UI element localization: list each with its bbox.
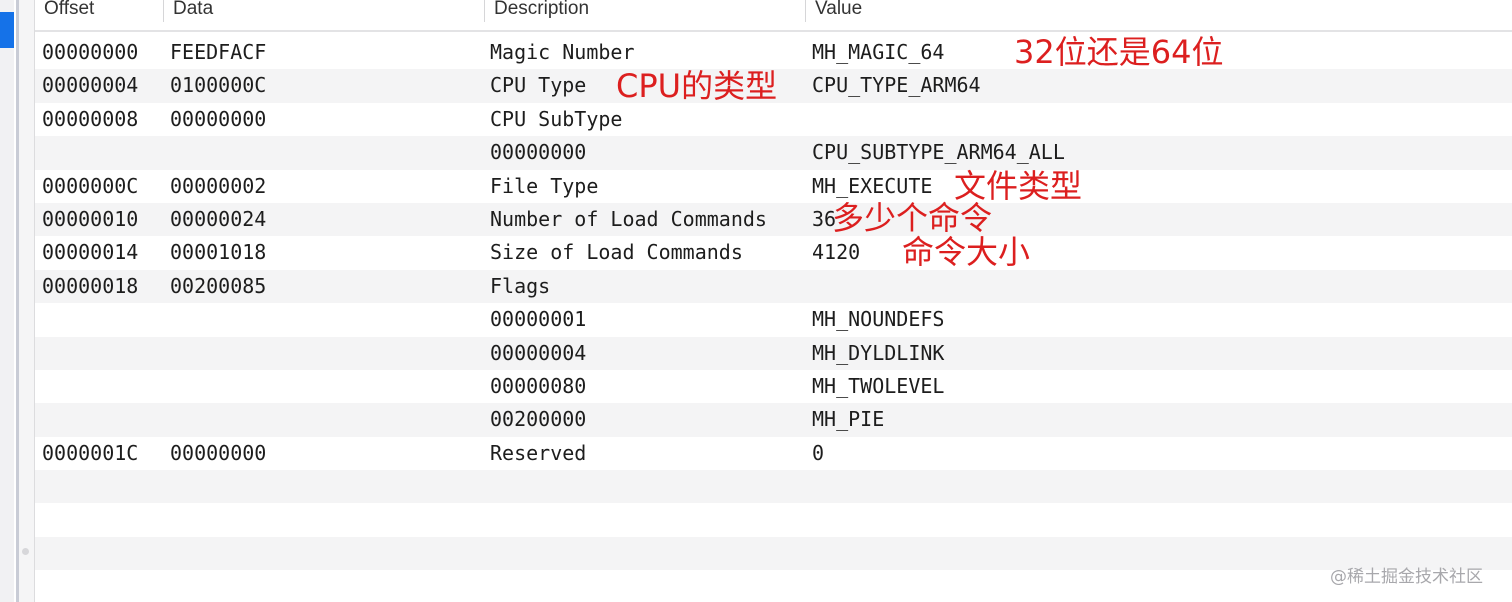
value-cell: CPU_TYPE_ARM64 <box>812 73 981 98</box>
data-cell: 00001018 <box>170 240 267 265</box>
value-cell: 0 <box>812 440 825 465</box>
description-cell: 00000080 <box>490 373 587 398</box>
column-header-value[interactable]: Value <box>805 0 862 22</box>
table-row[interactable]: 00000080 MH_TWOLEVEL <box>35 369 1512 404</box>
data-cell: 00000002 <box>170 173 267 198</box>
table-row[interactable]: 00000004 MH_DYLDLINK <box>35 336 1512 370</box>
value-cell: MH_DYLDLINK <box>812 340 945 365</box>
offset-cell: 0000001C <box>42 440 139 465</box>
table-row[interactable]: 00000010 00000024 Number of Load Commands 3… <box>35 202 1512 237</box>
table-row[interactable] <box>35 503 1512 537</box>
value-cell: 4120 <box>812 240 861 265</box>
value-cell: MH_MAGIC_64 <box>812 40 945 64</box>
column-header-description[interactable]: Description <box>484 0 589 22</box>
value-cell: MH_NOUNDEFS <box>812 307 945 332</box>
table-row[interactable]: 00000001 MH_NOUNDEFS <box>35 303 1512 337</box>
value-cell: MH_TWOLEVEL <box>812 373 945 398</box>
table-row[interactable] <box>35 536 1512 571</box>
annotation-cpu-type: CPU的类型 <box>616 67 778 105</box>
mach-header-viewer: Offset Data Description Value 00000000 FE… <box>0 0 1512 602</box>
offset-cell: 00000000 <box>42 40 139 64</box>
data-cell: 00200085 <box>170 273 267 298</box>
selected-item-indicator[interactable] <box>0 12 14 48</box>
offset-cell: 00000004 <box>42 73 139 98</box>
description-cell: 00000004 <box>490 340 587 365</box>
data-cell: 00000000 <box>170 440 267 465</box>
data-cell: 00000000 <box>170 106 267 131</box>
data-cell: 00000024 <box>170 206 267 231</box>
description-cell: Magic Number <box>490 40 635 64</box>
table-row[interactable]: 00200000 MH_PIE <box>35 403 1512 437</box>
column-header-data[interactable]: Data <box>163 0 213 22</box>
table-header: Offset Data Description Value <box>35 0 1512 32</box>
value-cell: MH_EXECUTE <box>812 173 933 198</box>
row-gutter <box>19 0 35 602</box>
table-row[interactable]: 00000014 00001018 Size of Load Commands 412… <box>35 236 1512 270</box>
description-cell: 00000001 <box>490 307 587 332</box>
table-row[interactable]: 00000000 FEEDFACF Magic Number MH_MAGIC_64 <box>35 36 1512 70</box>
offset-cell: 0000000C <box>42 173 139 198</box>
annotation-command-size: 命令大小 <box>902 233 1031 271</box>
table-row[interactable] <box>35 470 1512 504</box>
annotation-command-count: 多少个命令 <box>832 199 993 237</box>
offset-cell: 00000010 <box>42 206 139 231</box>
annotation-bits: 32位还是64位 <box>1014 33 1224 71</box>
offset-cell: 00000018 <box>42 273 139 298</box>
description-cell: 00200000 <box>490 407 587 432</box>
description-cell: CPU Type <box>490 73 587 98</box>
gutter-handle <box>22 548 29 555</box>
table-row[interactable]: 00000000 CPU_SUBTYPE_ARM64_ALL <box>35 136 1512 170</box>
description-cell: 00000000 <box>490 140 587 165</box>
description-cell: CPU SubType <box>490 106 623 131</box>
description-cell: Number of Load Commands <box>490 206 767 231</box>
value-cell: CPU_SUBTYPE_ARM64_ALL <box>812 140 1065 165</box>
description-cell: Reserved <box>490 440 587 465</box>
table-body: 00000000 FEEDFACF Magic Number MH_MAGIC_64 0… <box>35 36 1512 602</box>
description-cell: File Type <box>490 173 599 198</box>
annotation-file-type: 文件类型 <box>954 167 1083 205</box>
table-row[interactable]: 00000018 00200085 Flags <box>35 269 1512 304</box>
watermark: @稀土掘金技术社区 <box>1330 567 1483 587</box>
offset-cell: 00000014 <box>42 240 139 265</box>
offset-cell: 00000008 <box>42 106 139 131</box>
sidebar-strip <box>0 0 14 602</box>
description-cell: Flags <box>490 273 551 298</box>
table-row[interactable]: 0000000C 00000002 File Type MH_EXECUTE <box>35 169 1512 203</box>
value-cell: MH_PIE <box>812 407 885 432</box>
data-cell: 0100000C <box>170 73 267 98</box>
table-row[interactable]: 00000008 00000000 CPU SubType <box>35 102 1512 137</box>
data-cell: FEEDFACF <box>170 40 267 64</box>
table-row[interactable]: 0000001C 00000000 Reserved 0 <box>35 436 1512 471</box>
table-row[interactable] <box>35 570 1512 602</box>
description-cell: Size of Load Commands <box>490 240 743 265</box>
column-header-offset[interactable]: Offset <box>35 0 94 22</box>
